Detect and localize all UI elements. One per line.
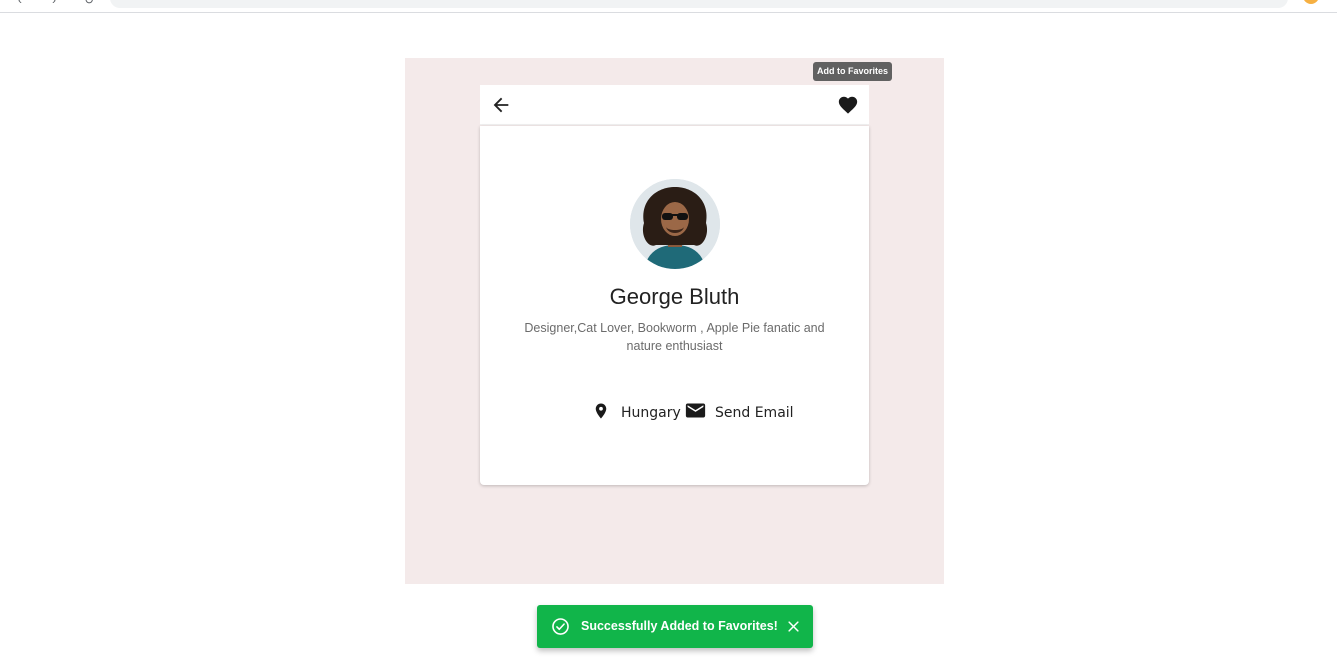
- profile-name: George Bluth: [609, 284, 740, 309]
- card-header: [480, 85, 869, 125]
- back-button[interactable]: [490, 94, 512, 116]
- arrow-back-icon: [493, 97, 509, 113]
- check-circle-icon: [552, 618, 569, 635]
- location-label: Hungary: [621, 405, 681, 421]
- avatar: [630, 179, 720, 269]
- address-bar[interactable]: [110, 0, 1288, 8]
- favorites-tooltip: Add to Favorites: [813, 62, 892, 81]
- browser-reload-icon[interactable]: ↻: [84, 0, 94, 6]
- browser-forward-icon[interactable]: ›: [52, 0, 56, 6]
- success-snackbar: Successfully Added to Favorites!: [537, 605, 813, 648]
- mail-icon[interactable]: [685, 401, 706, 420]
- snackbar-message: Successfully Added to Favorites!: [581, 619, 778, 633]
- close-icon[interactable]: [786, 619, 801, 634]
- profile-card: George Bluth Designer,Cat Lover, Bookwor…: [480, 126, 869, 485]
- browser-back-icon[interactable]: ‹: [18, 0, 22, 6]
- location-pin-icon: [595, 403, 607, 419]
- favorite-button[interactable]: [837, 94, 859, 116]
- contact-row: Hungary Send Email: [480, 401, 869, 425]
- heart-icon: [838, 96, 858, 114]
- browser-profile-icon[interactable]: [1303, 0, 1319, 4]
- browser-toolbar: ‹ › ↻: [0, 0, 1337, 13]
- profile-bio: Designer,Cat Lover, Bookworm , Apple Pie…: [524, 321, 825, 353]
- send-email-link[interactable]: Send Email: [715, 405, 794, 421]
